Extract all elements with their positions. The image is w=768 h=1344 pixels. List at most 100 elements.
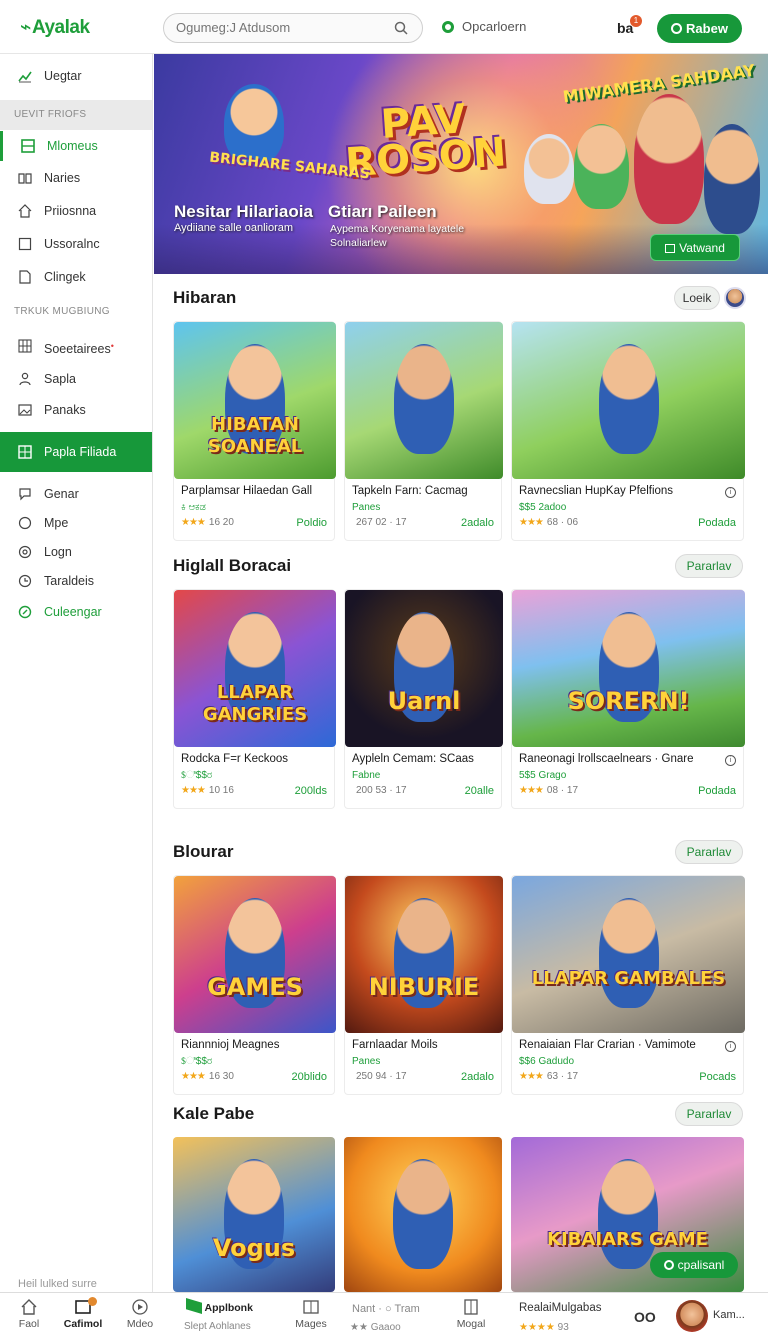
- rating-stars: ★★★: [181, 517, 206, 528]
- sidebar-item-culeengar[interactable]: Culeengar: [0, 597, 152, 627]
- sidebar-item-label: Sapla: [44, 372, 76, 386]
- sidebar-item-soeetairees[interactable]: Soeetairees•: [0, 331, 152, 361]
- section-avatar[interactable]: [724, 287, 746, 309]
- book-icon: [18, 173, 32, 184]
- game-thumbnail[interactable]: SORERN!: [512, 590, 745, 747]
- sidebar-item-highlight[interactable]: Papla Filiada: [0, 432, 152, 472]
- game-card[interactable]: SORERN! Raneonagi lrollscaelnears · Gnare…: [511, 589, 745, 809]
- card-action-link[interactable]: Podada: [698, 517, 736, 529]
- card-meta-value: 267 02 · 17: [356, 517, 407, 528]
- bottom-nav-user-name[interactable]: Kam...: [713, 1309, 745, 1321]
- game-card[interactable]: NIBURIE Farnlaadar Moils Panes 250 94 · 17 2…: [344, 875, 503, 1095]
- info-icon[interactable]: i: [725, 755, 736, 766]
- game-thumbnail[interactable]: [345, 322, 503, 479]
- card-action-link[interactable]: Pocads: [699, 1071, 736, 1083]
- info-icon[interactable]: i: [725, 1041, 736, 1052]
- game-thumbnail[interactable]: HIBATAN SOANEAL: [174, 322, 336, 479]
- game-card[interactable]: Uarnl Aypleln Cemam: SCaas Fabne 200 53 · 1…: [344, 589, 503, 809]
- floating-action-chip[interactable]: cpalisanl: [650, 1252, 738, 1278]
- trend-icon: [18, 71, 32, 83]
- card-action-link[interactable]: 200lds: [295, 785, 327, 797]
- section-more-button[interactable]: Pararlav: [675, 1102, 743, 1126]
- sidebar-item-label: Uegtar: [44, 69, 82, 83]
- bottom-nav-apps[interactable]: Applbonk: [186, 1298, 256, 1314]
- sidebar-footer: Heil lulked surre: [18, 1278, 97, 1290]
- card-action-link[interactable]: 2adalo: [461, 1071, 494, 1083]
- game-thumbnail[interactable]: LLAPAR GAMBALES: [512, 876, 745, 1033]
- game-card[interactable]: [344, 1137, 502, 1292]
- card-title[interactable]: Parplamsar Hilaedan Gall: [181, 485, 312, 497]
- bottom-nav-mid-label[interactable]: Nant · ○ Tram: [352, 1303, 420, 1315]
- game-thumbnail[interactable]: NIBURIE: [345, 876, 503, 1033]
- status-chip[interactable]: Opcarloern: [442, 19, 526, 34]
- new-dot-icon: •: [110, 341, 114, 351]
- game-card[interactable]: HIBATAN SOANEAL Parplamsar Hilaedan Gall ಕ…: [173, 321, 336, 541]
- sidebar-item-naries[interactable]: Naries: [0, 163, 152, 193]
- game-thumbnail[interactable]: [512, 322, 745, 479]
- compass-icon: [18, 605, 32, 619]
- card-action-link[interactable]: 20alle: [465, 785, 494, 797]
- game-thumbnail[interactable]: [344, 1137, 502, 1292]
- bottom-nav-label: Mdeo: [126, 1318, 154, 1330]
- sidebar-item-top[interactable]: Uegtar: [0, 61, 152, 91]
- game-card[interactable]: LLAPAR GANGRIES Rodcka F=r Keckoos $ಿ$$ರ ★★…: [173, 589, 336, 809]
- hero-cta-button[interactable]: Vatwand: [650, 234, 740, 261]
- game-card[interactable]: Vogus: [173, 1137, 335, 1292]
- card-title[interactable]: Tapkeln Farn: Cacmag: [352, 485, 468, 497]
- bottom-nav-cafimol[interactable]: Cafimol: [60, 1298, 106, 1330]
- card-title[interactable]: Raneonagi lrollscaelnears · Gnare: [519, 753, 694, 765]
- status-dot-icon: [442, 21, 454, 33]
- bottom-nav-mages[interactable]: Mages: [294, 1298, 328, 1330]
- card-title[interactable]: Ravnecslian HupKay Pfelfions: [519, 485, 673, 497]
- section-more-button[interactable]: Pararlav: [675, 840, 743, 864]
- card-action-link[interactable]: Podada: [698, 785, 736, 797]
- sidebar-item-mlomeus[interactable]: Mlomeus: [0, 131, 152, 161]
- search-icon[interactable]: [394, 21, 408, 35]
- card-title[interactable]: Rodcka F=r Keckoos: [181, 753, 288, 765]
- sidebar-item-genar[interactable]: Genar: [0, 479, 152, 509]
- sidebar-item-mpe[interactable]: Mpe: [0, 508, 152, 538]
- card-title[interactable]: Renaiaian Flar Crarian · Vamimote: [519, 1039, 696, 1051]
- at-icon: [18, 545, 32, 559]
- game-thumbnail[interactable]: GAMES: [174, 876, 336, 1033]
- sidebar-item-panaks[interactable]: Panaks: [0, 395, 152, 425]
- thumbnail-character: [393, 1159, 453, 1269]
- bottom-nav-oo[interactable]: OO: [634, 1309, 656, 1325]
- section-more-button[interactable]: Pararlav: [675, 554, 743, 578]
- card-action-link[interactable]: Poldio: [296, 517, 327, 529]
- game-thumbnail[interactable]: Uarnl: [345, 590, 503, 747]
- section-more-button[interactable]: Loeik: [674, 286, 720, 310]
- bottom-nav-mogal[interactable]: Mogal: [454, 1298, 488, 1330]
- game-thumbnail[interactable]: LLAPAR GANGRIES: [174, 590, 336, 747]
- sidebar-item-taraldeis[interactable]: Taraldeis: [0, 566, 152, 596]
- card-meta: 267 02 · 17: [352, 517, 407, 528]
- join-button[interactable]: Rabew: [657, 14, 742, 43]
- sidebar-item-label: Naries: [44, 171, 81, 185]
- bottom-nav-home[interactable]: Faol: [14, 1298, 44, 1330]
- card-title[interactable]: Riannnioj Meagnes: [181, 1039, 279, 1051]
- bottom-nav-right-title[interactable]: RealaiMulgabas: [519, 1302, 601, 1314]
- sidebar-item-logn[interactable]: Logn: [0, 537, 152, 567]
- search-input[interactable]: [176, 20, 386, 35]
- info-icon[interactable]: i: [725, 487, 736, 498]
- sidebar-item-sapla[interactable]: Sapla: [0, 364, 152, 394]
- sidebar-item-ussoralnc[interactable]: Ussoralnc: [0, 229, 152, 259]
- card-title[interactable]: Farnlaadar Moils: [352, 1039, 438, 1051]
- notification-badge[interactable]: 1: [630, 15, 642, 27]
- game-thumbnail[interactable]: Vogus: [173, 1137, 335, 1292]
- sidebar-item-clingek[interactable]: Clingek: [0, 262, 152, 292]
- game-card[interactable]: Ravnecslian HupKay Pfelfions $$5 2adoo ★★★…: [511, 321, 745, 541]
- card-action-link[interactable]: 2adalo: [461, 517, 494, 529]
- game-card[interactable]: GAMES Riannnioj Meagnes $ಿ$$ರ ★★★ 16 30 20bli…: [173, 875, 336, 1095]
- game-card[interactable]: Tapkeln Farn: Cacmag Panes 267 02 · 17 2ada…: [344, 321, 503, 541]
- card-action-link[interactable]: 20blido: [292, 1071, 327, 1083]
- app-logo[interactable]: ⌁Ayalak: [20, 16, 90, 39]
- user-avatar[interactable]: [676, 1300, 708, 1332]
- search-box[interactable]: [163, 13, 423, 43]
- hero-banner[interactable]: PAV ROSON BRIGHARE SAHARAS MIWAMERA SAHD…: [154, 54, 768, 274]
- bottom-nav-mdeo[interactable]: Mdeo: [125, 1298, 155, 1330]
- card-title[interactable]: Aypleln Cemam: SCaas: [352, 753, 474, 765]
- bottom-nav-label: Applbonk: [204, 1302, 253, 1314]
- sidebar-item-priiosnna[interactable]: Priiosnna: [0, 196, 152, 226]
- game-card[interactable]: LLAPAR GAMBALES Renaiaian Flar Crarian · …: [511, 875, 745, 1095]
